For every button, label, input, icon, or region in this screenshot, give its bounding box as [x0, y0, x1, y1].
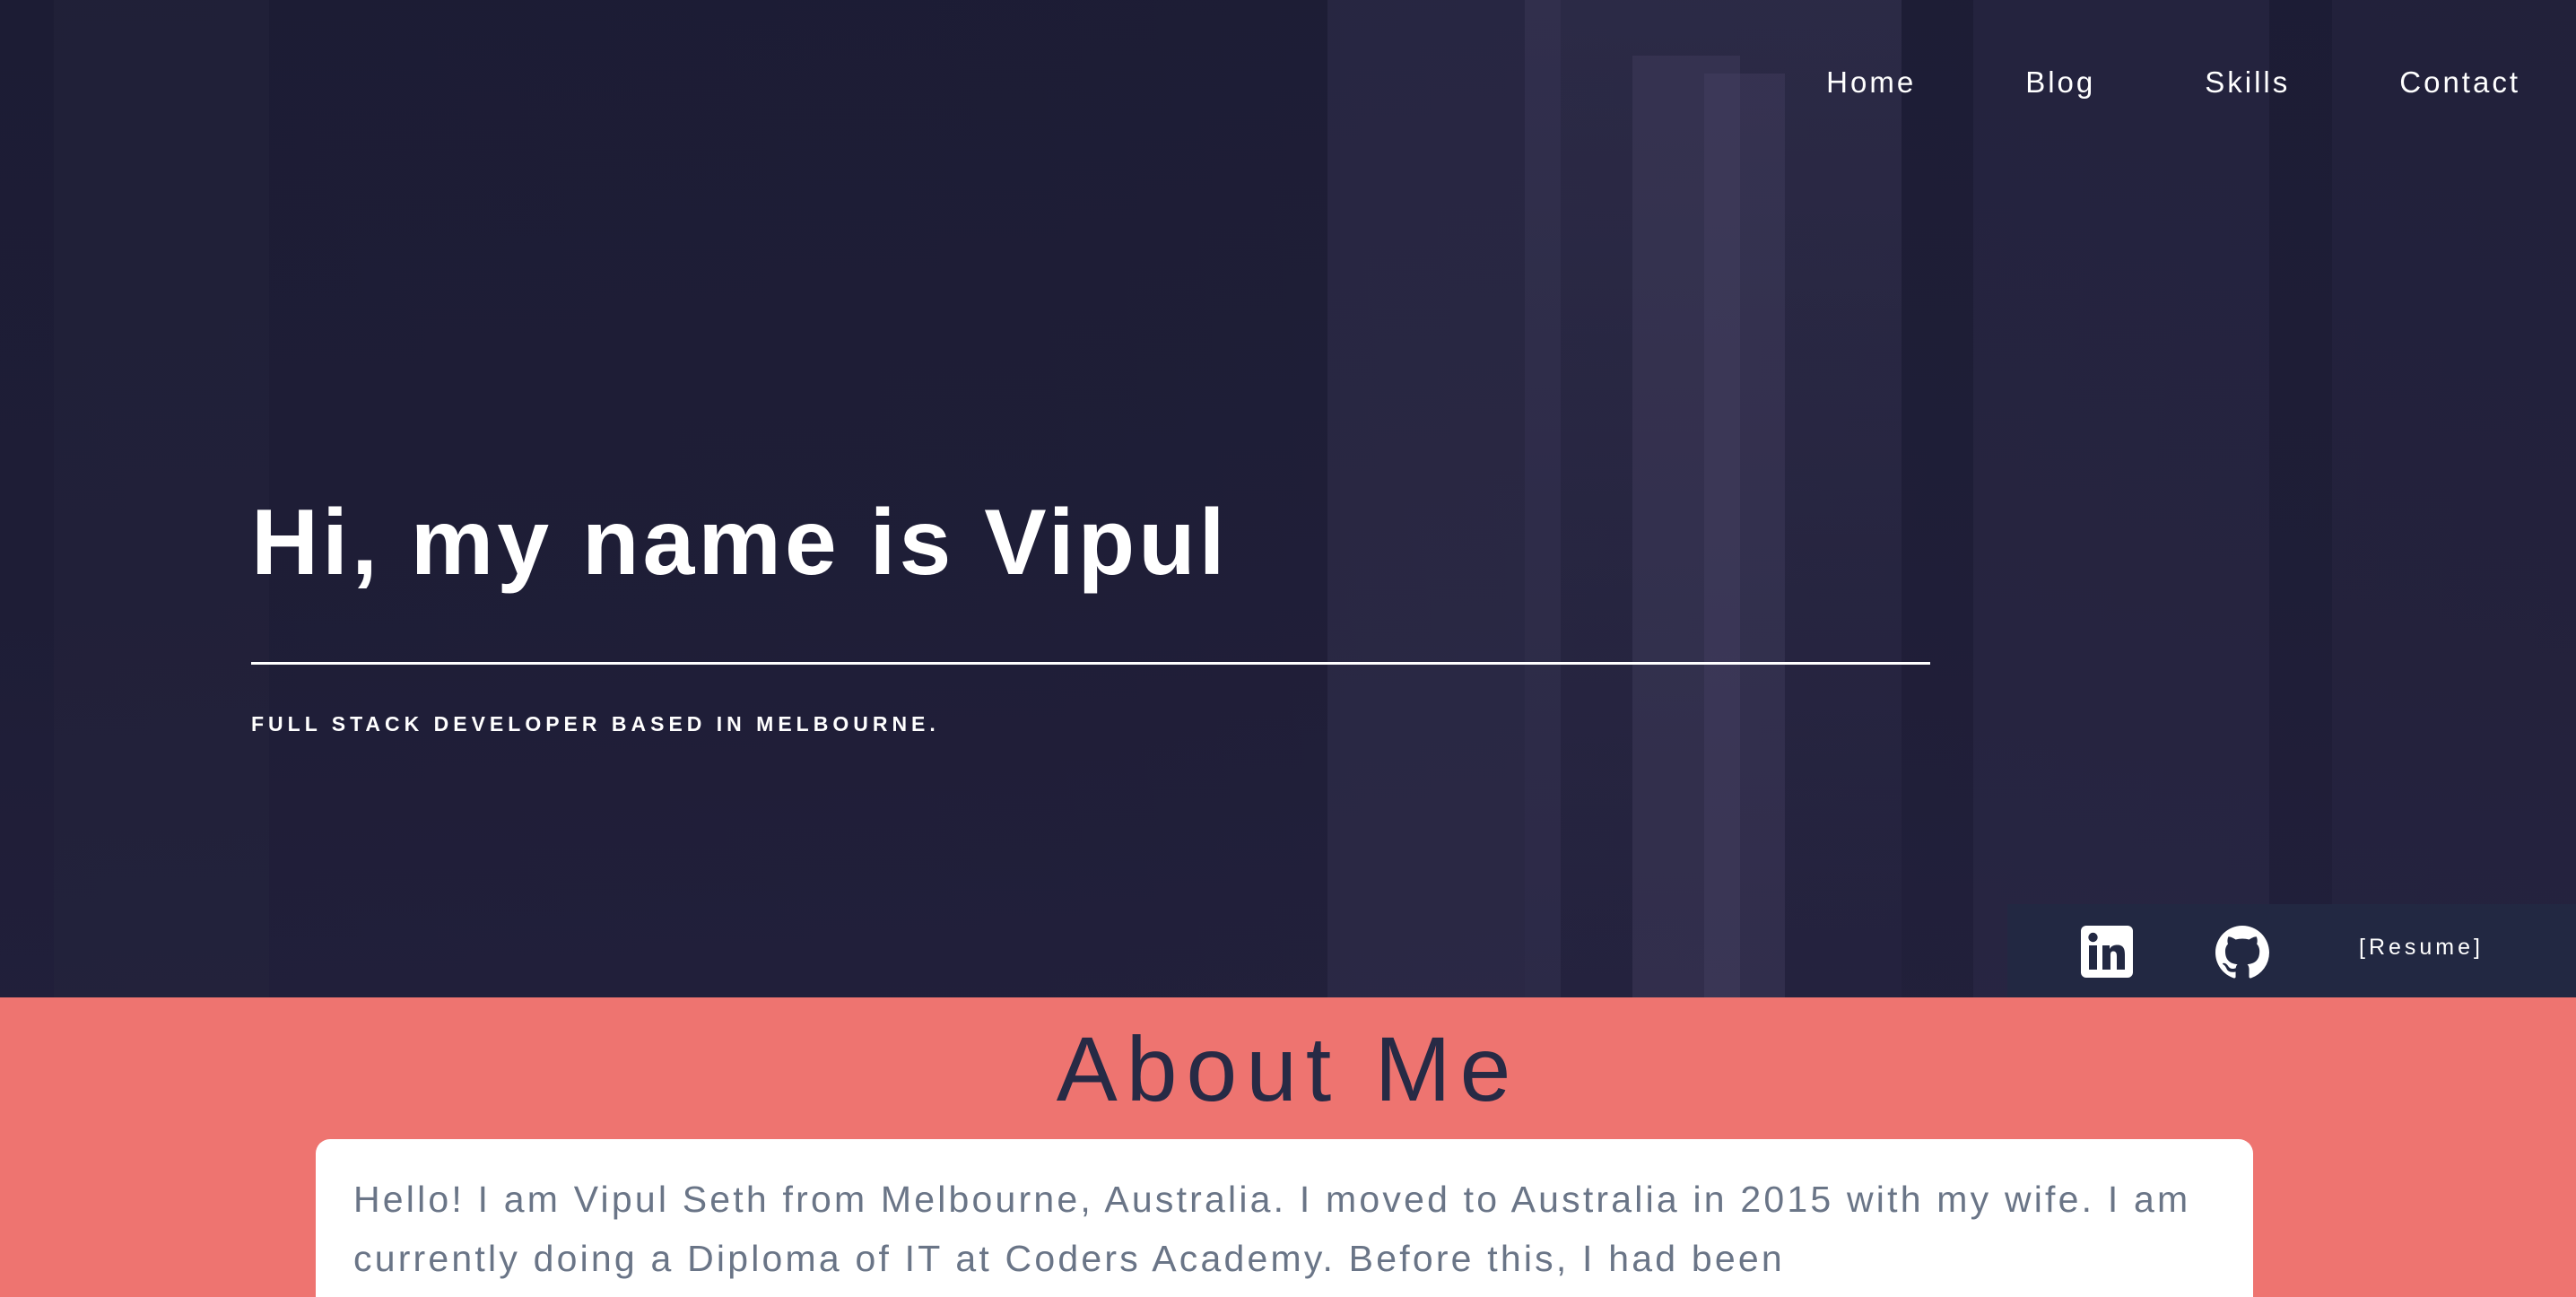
- top-nav: Home Blog Skills Contact: [1717, 63, 2520, 102]
- about-title: About Me: [1056, 1018, 1520, 1120]
- hero-background-building: [1973, 0, 2269, 997]
- nav-link-contact[interactable]: Contact: [2399, 63, 2520, 102]
- page: Home Blog Skills Contact Hi, my name is …: [0, 0, 2576, 1297]
- hero-background-building: [1327, 0, 1561, 997]
- hero-background-building: [54, 0, 269, 997]
- nav-link-blog[interactable]: Blog: [2025, 63, 2095, 102]
- linkedin-icon[interactable]: [2081, 926, 2133, 978]
- hero-subtitle: FULL STACK DEVELOPER BASED IN MELBOURNE.: [251, 712, 940, 736]
- nav-link-home[interactable]: Home: [1826, 63, 1916, 102]
- hero-background-building: [2332, 0, 2576, 997]
- nav-link-skills[interactable]: Skills: [2205, 63, 2290, 102]
- github-icon[interactable]: [2215, 926, 2269, 979]
- about-card: Hello! I am Vipul Seth from Melbourne, A…: [316, 1139, 2253, 1297]
- hero-title: Hi, my name is Vipul: [251, 491, 1229, 595]
- social-bar: [Resume]: [2007, 904, 2576, 997]
- resume-link[interactable]: [Resume]: [2359, 935, 2484, 961]
- hero-divider: [251, 662, 1930, 665]
- hero-section: Home Blog Skills Contact Hi, my name is …: [0, 0, 2576, 997]
- hero-background-building: [1704, 74, 1785, 997]
- about-text: Hello! I am Vipul Seth from Melbourne, A…: [353, 1179, 2191, 1279]
